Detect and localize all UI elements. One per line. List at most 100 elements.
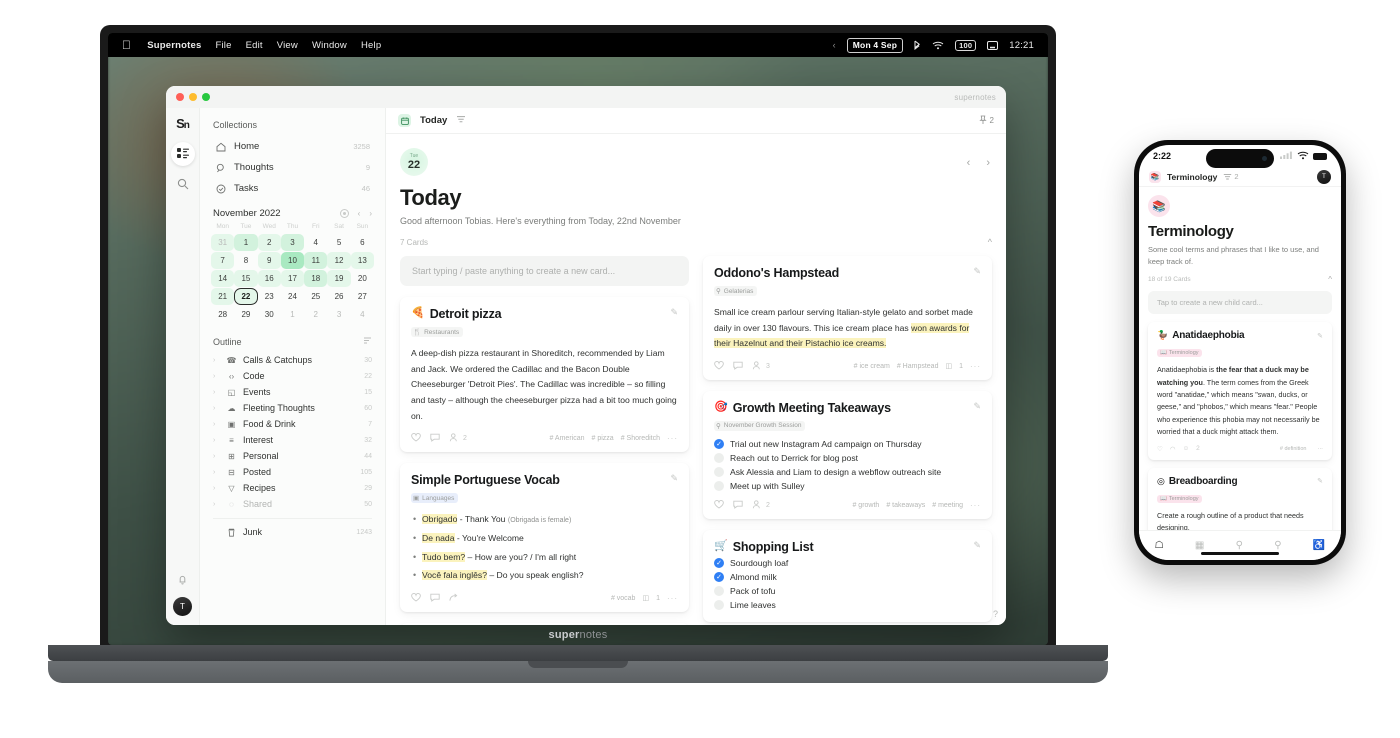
checkbox-checked[interactable] [714, 557, 724, 568]
checkbox-unchecked[interactable] [714, 480, 724, 491]
bluetooth-icon[interactable] [914, 40, 921, 50]
outline-item-food-drink[interactable]: › ▣ Food & Drink 7 [211, 416, 374, 432]
comment-icon[interactable] [733, 500, 743, 511]
todo-item[interactable]: Pack of tofu [714, 585, 981, 596]
calendar-day-cell[interactable]: 21 [211, 288, 235, 305]
card-tag[interactable]: # takeaways [886, 502, 925, 509]
like-icon[interactable] [714, 499, 724, 511]
tab-home[interactable]: ☖ [1155, 540, 1164, 551]
window-controls[interactable] [176, 93, 210, 101]
calendar-day-cell[interactable]: 30 [258, 306, 281, 323]
card-shopping-list[interactable]: 🛒 Shopping List ✎ Sourdough loaf Almond … [703, 529, 992, 622]
card-tag[interactable]: # Shoreditch [621, 435, 660, 442]
checkbox-unchecked[interactable] [714, 452, 724, 463]
card-parent-chip[interactable]: 📖 Terminology [1157, 349, 1202, 358]
rail-search-button[interactable] [171, 172, 195, 196]
checkbox-unchecked[interactable] [714, 599, 724, 610]
menubar-clock[interactable]: 12:21 [1009, 40, 1034, 51]
chevron-right-icon[interactable]: › [213, 453, 220, 460]
new-card-composer[interactable]: Start typing / paste anything to create … [400, 256, 689, 286]
card-parent-chip[interactable]: 🍴 Restaurants [411, 327, 464, 337]
calendar-day-cell[interactable]: 16 [257, 270, 281, 287]
members-icon[interactable] [449, 433, 459, 444]
menubar-item-file[interactable]: File [215, 40, 231, 51]
like-icon[interactable] [411, 592, 421, 604]
calendar-day-cell[interactable]: 2 [304, 306, 327, 323]
apple-logo-icon[interactable]:  [122, 39, 131, 51]
rail-bell-icon[interactable] [171, 567, 195, 591]
maximize-button[interactable] [202, 93, 210, 101]
card-tag[interactable]: # meeting [932, 502, 963, 509]
card-parent-chip[interactable]: ▣ Languages [411, 493, 459, 504]
avatar[interactable]: T [1317, 169, 1331, 184]
card-tag[interactable]: # pizza [592, 435, 614, 442]
chevron-right-icon[interactable]: › [213, 405, 220, 412]
comment-icon[interactable] [430, 433, 440, 444]
calendar-day-cell[interactable]: 7 [211, 252, 235, 269]
chevron-right-icon[interactable]: › [213, 501, 220, 508]
calendar-day-cell[interactable]: 26 [327, 288, 350, 305]
edit-pencil-icon[interactable]: ✎ [973, 540, 981, 551]
calendar-day-cell[interactable]: 14 [211, 270, 235, 287]
calendar-day-cell[interactable]: 6 [351, 234, 374, 251]
chevron-right-icon[interactable]: › [213, 437, 220, 444]
calendar-day-cell[interactable]: 1 [281, 306, 304, 323]
calendar-day-cell[interactable]: 9 [257, 252, 281, 269]
control-center-icon[interactable] [987, 40, 999, 50]
card-tag[interactable]: # growth [852, 502, 879, 509]
calendar-day-cell[interactable]: 28 [211, 306, 234, 323]
tab-notifications[interactable]: ♿ [1313, 540, 1325, 551]
chevron-right-icon[interactable]: › [213, 389, 220, 396]
outline-item-shared[interactable]: › ◌ Shared 50 [211, 496, 374, 512]
members-icon[interactable]: ☺ [1183, 445, 1190, 452]
chevron-right-icon[interactable]: › [213, 357, 220, 364]
filter-icon[interactable]: 2 [1223, 172, 1239, 181]
sidebar-item-junk[interactable]: Junk 1243 [211, 524, 374, 540]
outline-item-posted[interactable]: › ⊟ Posted 105 [211, 464, 374, 480]
card-simple-portuguese-vocab[interactable]: Simple Portuguese Vocab ✎ ▣ Languages • … [400, 463, 689, 612]
edit-pencil-icon[interactable]: ✎ [670, 307, 678, 318]
card-parent-chip[interactable]: 📖 Terminology [1157, 494, 1202, 503]
card-tag[interactable]: # definition [1280, 446, 1307, 452]
menubar-item-view[interactable]: View [277, 40, 298, 51]
card-spirits[interactable]: 🍸 Spirits ✎ 🍱 Food & Drink [400, 622, 689, 625]
wifi-icon[interactable] [932, 41, 944, 50]
card-more-button[interactable]: ··· [970, 501, 981, 510]
todo-item[interactable]: Ask Alessia and Liam to design a webflow… [714, 466, 981, 477]
checkbox-unchecked[interactable] [714, 466, 724, 477]
calendar-day-cell[interactable]: 20 [351, 270, 374, 287]
sidebar-item-home[interactable]: Home 3258 [211, 137, 374, 156]
chevron-right-icon[interactable]: › [213, 421, 220, 428]
todo-item[interactable]: Reach out to Derrick for blog post [714, 452, 981, 463]
calendar-day-cell[interactable]: 22 [234, 288, 258, 305]
filter-icon[interactable] [456, 115, 466, 126]
main-scroll-area[interactable]: Tue 22 ‹ › Today Good afternoon Tobias. … [386, 134, 1006, 625]
calendar-day-cell[interactable]: 2 [257, 234, 281, 251]
menubar-date[interactable]: Mon 4 Sep [846, 37, 904, 53]
calendar-day-cell[interactable]: 15 [234, 270, 258, 287]
like-icon[interactable]: ♡ [1157, 445, 1163, 453]
menubar-item-window[interactable]: Window [312, 40, 347, 51]
attachment-icon[interactable]: ◫ [642, 594, 649, 602]
sidebar-item-thoughts[interactable]: Thoughts 9 [211, 158, 374, 177]
edit-pencil-icon[interactable]: ✎ [973, 401, 981, 412]
todo-item[interactable]: Trial out new Instagram Ad campaign on T… [714, 438, 981, 449]
sort-icon[interactable] [363, 336, 372, 347]
calendar-grid[interactable]: Mon Tue Wed Thu Fri Sat Sun 31 1 2 3 4 5 6 7 8 9 10 11 12 13… [211, 223, 374, 323]
checkbox-unchecked[interactable] [714, 585, 724, 596]
card-tag[interactable]: # Hampstead [897, 363, 939, 370]
calendar-day-cell[interactable]: 12 [327, 252, 351, 269]
outline-item-code[interactable]: › ‹› Code 22 [211, 368, 374, 384]
tab-cards[interactable]: ▦ [1195, 540, 1204, 551]
pin-icon[interactable] [978, 115, 987, 127]
todo-item[interactable]: Almond milk [714, 571, 981, 582]
calendar-day-cell[interactable]: 23 [258, 288, 281, 305]
chevron-right-icon[interactable]: › [213, 373, 220, 380]
calendar-day-cell[interactable]: 5 [327, 234, 350, 251]
checkbox-checked[interactable] [714, 571, 724, 582]
phone-new-card-composer[interactable]: Tap to create a new child card... [1148, 291, 1332, 315]
help-button[interactable]: ? [993, 609, 998, 619]
card-parent-chip[interactable]: ⚲ Gelaterias [714, 286, 758, 296]
calendar-day-cell[interactable]: 8 [234, 252, 257, 269]
outline-item-personal[interactable]: › ⊞ Personal 44 [211, 448, 374, 464]
